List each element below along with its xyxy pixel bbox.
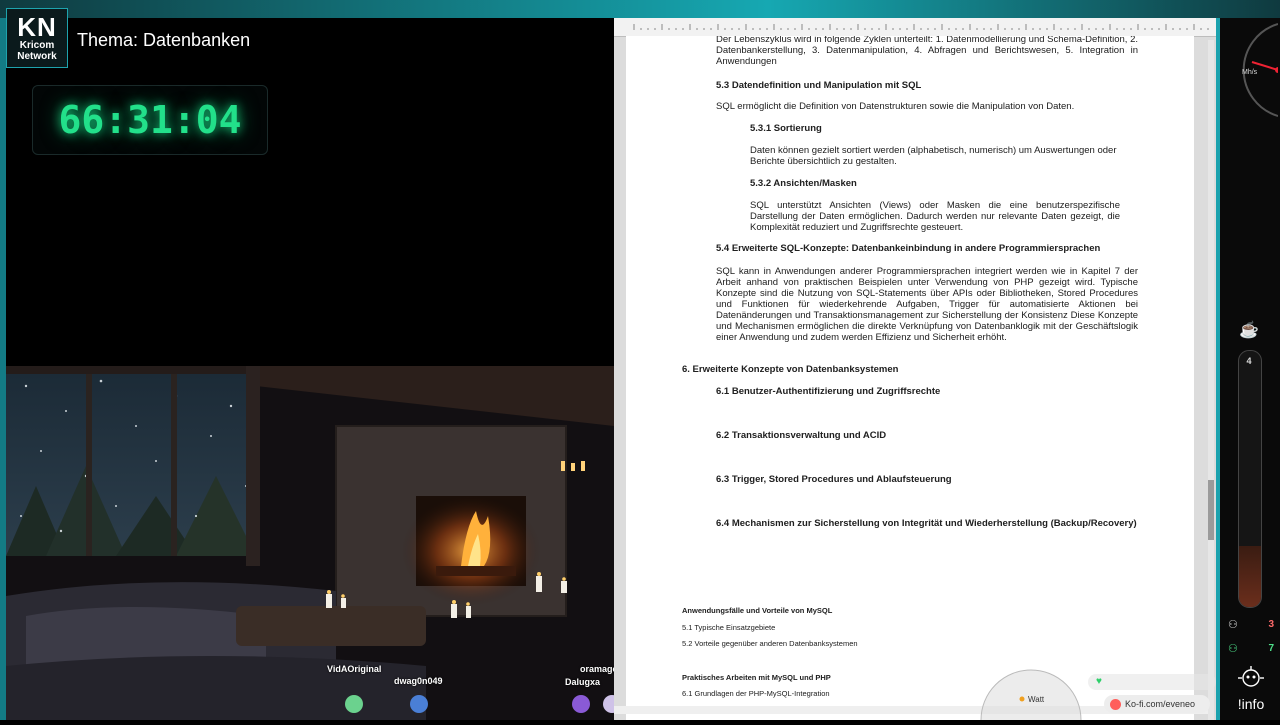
viewer-counter: ⚇ 3 bbox=[1228, 613, 1274, 635]
donation-banner: ♥ bbox=[1088, 674, 1216, 690]
toc-entry: 5.2 Vorteile gegenüber anderen Datenbank… bbox=[682, 639, 858, 648]
kricom-logo: KN Kricom Network bbox=[6, 8, 68, 68]
follower-counter: ⚇ 7 bbox=[1228, 637, 1274, 659]
logo-name: Kricom Network bbox=[17, 40, 57, 62]
stream-timer: 66:31:04 bbox=[32, 85, 268, 155]
paragraph-text: SQL ermöglicht die Definition von Datens… bbox=[716, 101, 1075, 112]
speed-unit: Mh/s bbox=[1242, 69, 1258, 76]
toc-heading: Anwendungsfälle und Vorteile von MySQL bbox=[682, 606, 833, 615]
heart-icon: ♥ bbox=[1096, 676, 1102, 687]
toc-entry: 6.1 Grundlagen der PHP-MySQL-Integration bbox=[682, 689, 830, 698]
section-heading: 5.4 Erweiterte SQL-Konzepte: Datenbankei… bbox=[716, 243, 1101, 254]
scene-illustration bbox=[6, 366, 614, 720]
subsection-heading: 5.3.1 Sortierung bbox=[750, 123, 822, 134]
paragraph-text: SQL kann in Anwendungen anderer Programm… bbox=[716, 266, 1138, 343]
chat-user-avatar bbox=[572, 695, 590, 713]
section-heading: 6.4 Mechanismen zur Sicherstellung von I… bbox=[716, 518, 1137, 529]
watt-gauge: Watt bbox=[976, 660, 1086, 721]
overlay-top-bar bbox=[0, 0, 1280, 18]
person-icon: ⚇ bbox=[1228, 618, 1238, 631]
subsection-heading: 5.3.2 Ansichten/Masken bbox=[750, 178, 857, 189]
ruler-ticks bbox=[633, 24, 1209, 30]
info-command: !info bbox=[1224, 664, 1278, 720]
chat-user-name: Dalugxa bbox=[565, 677, 601, 687]
speedometer-dial: Mh/s bbox=[1242, 23, 1280, 117]
kofi-text: Ko-fi.com/eveneo bbox=[1125, 699, 1196, 709]
follower-count: 7 bbox=[1268, 642, 1274, 654]
paragraph-text: SQL unterstützt Ansichten (Views) oder M… bbox=[750, 200, 1120, 233]
tube-fill bbox=[1239, 545, 1261, 607]
kofi-cup-icon bbox=[1110, 698, 1121, 710]
watt-label: Watt bbox=[1028, 695, 1045, 704]
logo-initials: KN bbox=[17, 12, 57, 42]
paragraph-text: Der Lebenszyklus wird in folgende Zyklen… bbox=[716, 36, 1138, 67]
toc-heading: Praktisches Arbeiten mit MySQL und PHP bbox=[682, 673, 831, 682]
info-label: !info bbox=[1237, 696, 1265, 712]
section-heading: 5.3 Datendefinition und Manipulation mit… bbox=[716, 80, 922, 91]
chapter-heading: 6. Erweiterte Konzepte von Datenbanksyst… bbox=[682, 364, 899, 375]
coffee-icon: ☕ bbox=[1239, 322, 1259, 339]
hashrate-speedometer: Mh/s bbox=[1222, 20, 1280, 120]
watt-gauge-dial: Watt bbox=[980, 669, 1082, 721]
viewer-count: 3 bbox=[1268, 618, 1274, 630]
chat-user-name: VidAOriginal bbox=[327, 664, 382, 674]
paragraph-text: Daten können gezielt sortiert werden (al… bbox=[750, 145, 1117, 167]
document-scrollbar[interactable] bbox=[1208, 40, 1214, 720]
cabin-fireplace-scene bbox=[6, 366, 614, 720]
progress-tube bbox=[1238, 350, 1262, 608]
ruler bbox=[614, 18, 1216, 37]
section-heading: 6.1 Benutzer-Authentifizierung und Zugri… bbox=[716, 386, 941, 397]
document-scrollbar-thumb[interactable] bbox=[1208, 480, 1214, 540]
tube-level: 4 bbox=[1246, 356, 1252, 366]
person-icon: ⚇ bbox=[1228, 642, 1238, 655]
chat-user-avatar bbox=[345, 695, 363, 713]
chat-user-name: dwag0n049 bbox=[394, 676, 443, 686]
kofi-link[interactable]: Ko-fi.com/eveneo bbox=[1104, 695, 1210, 713]
chat-user-avatar bbox=[410, 695, 428, 713]
section-heading: 6.2 Transaktionsverwaltung und ACID bbox=[716, 430, 887, 441]
toc-entry: 5.1 Typische Einsatzgebiete bbox=[682, 623, 776, 632]
robot-icon bbox=[1238, 666, 1264, 687]
stream-topic: Thema: Datenbanken bbox=[77, 30, 251, 50]
section-heading: 6.3 Trigger, Stored Procedures und Ablau… bbox=[716, 474, 952, 485]
document-page[interactable]: Der Lebenszyklus wird in folgende Zyklen… bbox=[626, 36, 1194, 720]
timer-value: 66:31:04 bbox=[58, 98, 242, 142]
